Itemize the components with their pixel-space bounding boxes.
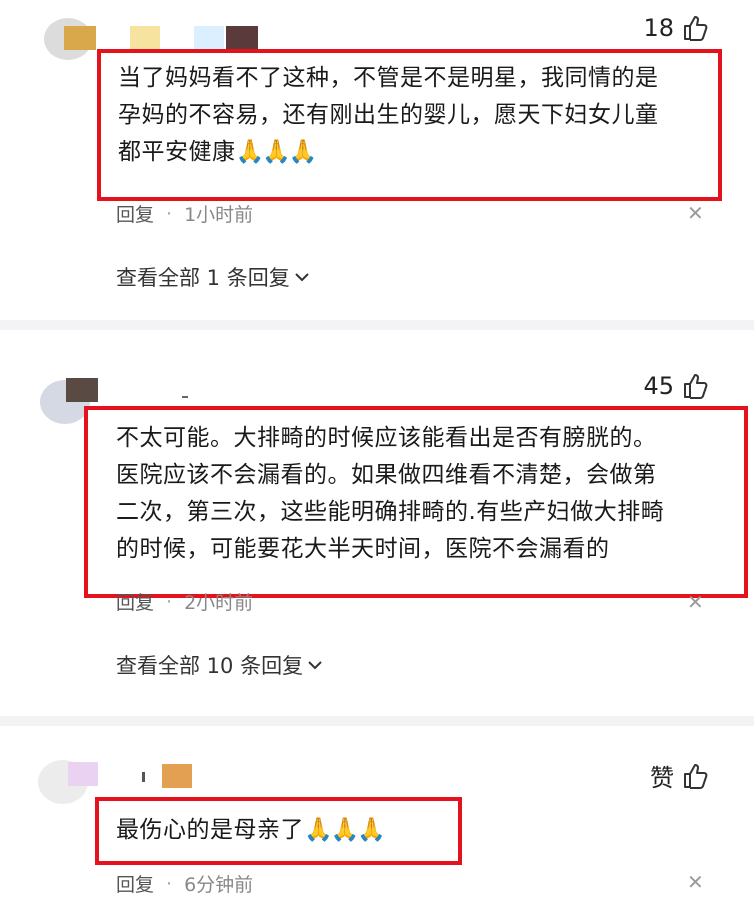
- reply-button[interactable]: 回复: [116, 870, 154, 897]
- pray-emoji: 🙏🙏🙏: [235, 139, 318, 165]
- username-redacted: [130, 26, 160, 50]
- comment-text: 不太可能。大排畸的时候应该能看出是否有膀胱的。 医院应该不会漏看的。如果做四维看…: [116, 425, 665, 562]
- comment-text: 最伤心的是母亲了🙏🙏🙏: [116, 812, 456, 849]
- comment-meta: 回复 · 2小时前: [116, 588, 253, 615]
- username-redacted: [66, 378, 98, 402]
- like-button[interactable]: 赞: [650, 758, 708, 793]
- thumbs-up-icon: [684, 374, 708, 399]
- view-all-replies[interactable]: 查看全部 1 条回复: [116, 262, 310, 292]
- like-count: 45: [643, 372, 674, 400]
- close-icon[interactable]: ✕: [687, 870, 704, 894]
- thumbs-up-icon: [684, 763, 708, 789]
- username-redacted: [194, 26, 224, 50]
- like-button[interactable]: 45: [643, 372, 708, 400]
- like-count: 18: [643, 14, 674, 42]
- timestamp: 2小时前: [184, 592, 254, 614]
- close-icon[interactable]: ✕: [687, 201, 704, 225]
- divider: [0, 716, 754, 726]
- reply-button[interactable]: 回复: [116, 200, 154, 227]
- username-redacted: [64, 26, 96, 50]
- timestamp: 1小时前: [184, 204, 254, 226]
- comment-text: 当了妈妈看不了这种，不管是不是明星，我同情的是 孕妈的不容易，还有刚出生的婴儿，…: [118, 60, 718, 171]
- username-redacted: [182, 396, 188, 398]
- like-button[interactable]: 18: [643, 14, 708, 42]
- thumbs-up-icon: [684, 16, 708, 41]
- username-redacted: [226, 26, 258, 50]
- divider: [0, 320, 754, 330]
- chevron-down-icon: [295, 273, 309, 282]
- comment-meta: 回复 · 6分钟前: [116, 870, 253, 897]
- comment-meta: 回复 · 1小时前: [116, 200, 253, 227]
- close-icon[interactable]: ✕: [687, 590, 704, 614]
- username-redacted: [68, 762, 98, 786]
- username-redacted: [142, 772, 145, 782]
- timestamp: 6分钟前: [184, 874, 254, 896]
- chevron-down-icon: [308, 661, 322, 670]
- reply-button[interactable]: 回复: [116, 588, 154, 615]
- like-label: 赞: [650, 764, 674, 792]
- username-redacted: [162, 764, 192, 788]
- pray-emoji: 🙏🙏🙏: [304, 817, 386, 843]
- view-all-replies[interactable]: 查看全部 10 条回复: [116, 650, 323, 680]
